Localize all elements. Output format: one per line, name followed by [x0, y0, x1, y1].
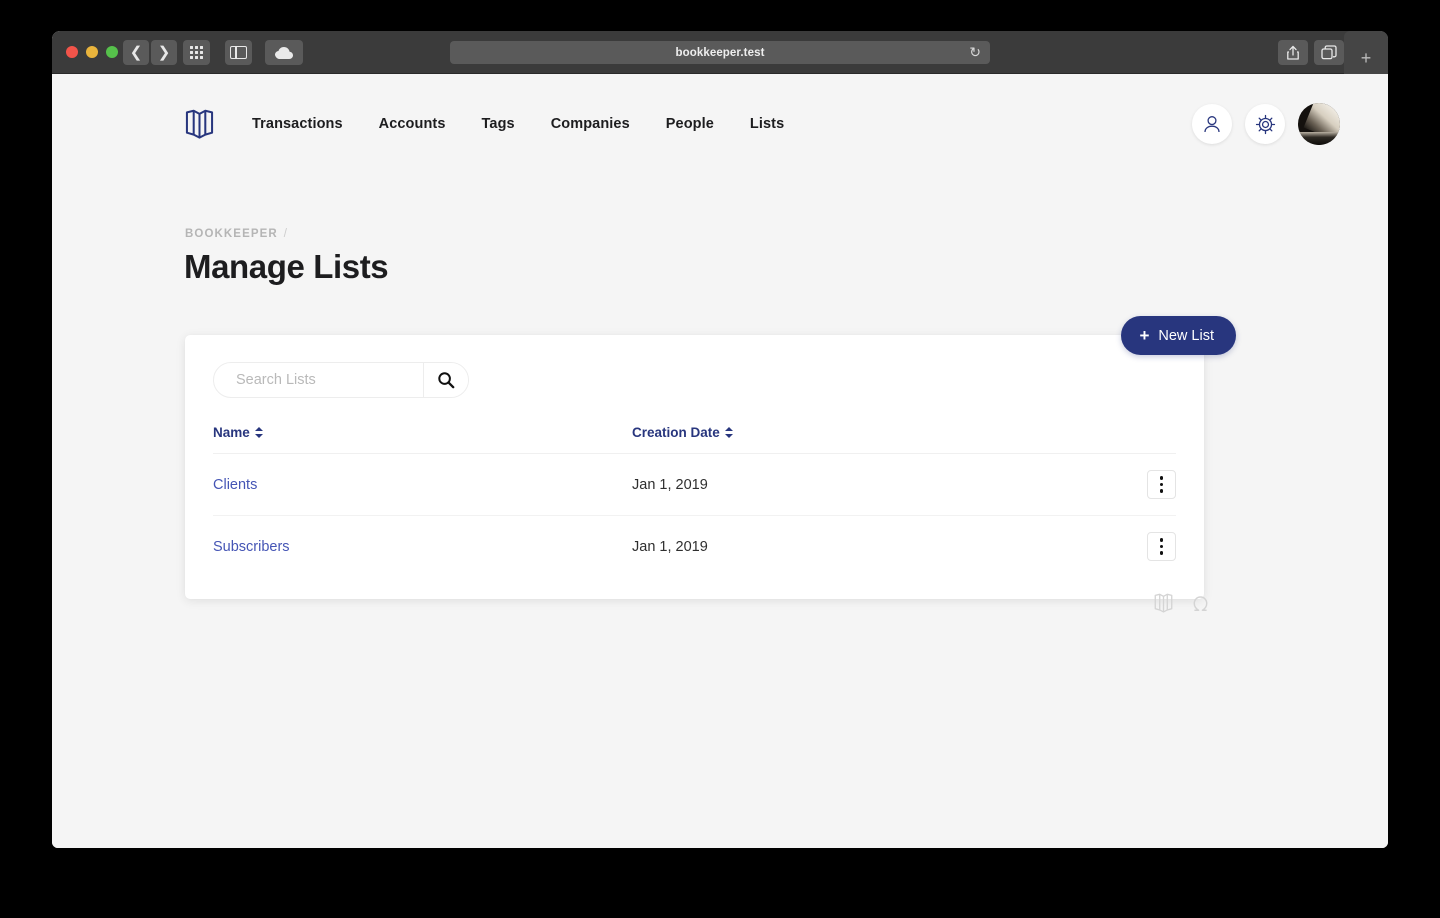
breadcrumb-root[interactable]: BOOKKEEPER — [185, 228, 278, 240]
nav-item-accounts[interactable]: Accounts — [361, 110, 464, 138]
tab-overview-icon — [1321, 45, 1337, 60]
omega-icon[interactable] — [1191, 593, 1210, 613]
kebab-dot — [1159, 489, 1164, 493]
cell-creation-date: Jan 1, 2019 — [632, 538, 708, 555]
column-header-creation-date-label: Creation Date — [632, 425, 720, 440]
kebab-dot — [1159, 538, 1164, 542]
tab-overview-button[interactable] — [1314, 40, 1344, 65]
search-input[interactable] — [214, 363, 423, 397]
open-book-logo-icon — [185, 109, 214, 139]
kebab-dot — [1159, 544, 1164, 549]
cell-actions — [1097, 516, 1176, 578]
show-tabs-grid-button-group — [183, 40, 210, 65]
chevron-left-icon: ❮ — [129, 44, 143, 61]
breadcrumb: BOOKKEEPER / — [185, 228, 288, 240]
sidebar-toggle-icon — [230, 46, 247, 59]
maximize-window-button[interactable] — [106, 46, 118, 58]
table-body: Clients Jan 1, 2019 Subscribers Jan 1, 2… — [213, 453, 1176, 578]
sort-arrows-icon[interactable] — [724, 426, 733, 439]
grid-icon — [190, 46, 203, 59]
open-book-icon[interactable] — [1154, 593, 1173, 613]
search-submit-button[interactable] — [423, 363, 468, 397]
user-avatar[interactable] — [1298, 103, 1340, 145]
nav-item-tags[interactable]: Tags — [464, 110, 533, 138]
person-icon — [1204, 116, 1220, 133]
share-button[interactable] — [1278, 40, 1308, 65]
search-icon — [438, 372, 455, 389]
cloud-icon — [275, 46, 293, 59]
reload-icon[interactable]: ↻ — [969, 45, 981, 60]
cell-name: Subscribers — [213, 516, 632, 578]
main-navigation: Transactions Accounts Tags Companies Peo… — [252, 110, 802, 138]
profile-button[interactable] — [1192, 104, 1232, 144]
table-row: Subscribers Jan 1, 2019 — [213, 516, 1176, 578]
page-content: Transactions Accounts Tags Companies Peo… — [52, 74, 1388, 848]
address-bar[interactable]: bookkeeper.test ↻ — [450, 41, 990, 64]
minimize-window-button[interactable] — [86, 46, 98, 58]
titlebar-right-actions — [1278, 40, 1344, 65]
nav-item-companies[interactable]: Companies — [533, 110, 648, 138]
breadcrumb-separator: / — [283, 228, 289, 240]
column-header-name-label: Name — [213, 425, 250, 440]
column-header-name[interactable]: Name — [213, 425, 633, 454]
settings-button[interactable] — [1245, 104, 1285, 144]
close-window-button[interactable] — [66, 46, 78, 58]
cell-creation-date: Jan 1, 2019 — [632, 453, 1097, 516]
lists-table: Name Creation Date Clients Jan 1, 2019 S… — [213, 425, 1176, 577]
window-controls — [66, 46, 118, 58]
cell-name: Clients — [213, 453, 633, 516]
cell-actions — [1096, 453, 1176, 516]
column-header-actions — [1096, 425, 1176, 454]
row-menu-button[interactable] — [1147, 470, 1176, 499]
footer-icons — [1154, 593, 1210, 613]
sort-arrows-icon[interactable] — [254, 426, 263, 439]
search-bar — [213, 362, 469, 398]
icloud-tabs-button[interactable] — [265, 40, 303, 65]
new-tab-area[interactable]: + — [1344, 31, 1388, 74]
icloud-button-group — [265, 40, 303, 65]
back-button[interactable]: ❮ — [123, 40, 149, 65]
app-header: Transactions Accounts Tags Companies Peo… — [52, 74, 1388, 174]
nav-item-transactions[interactable]: Transactions — [252, 110, 361, 138]
new-list-label: New List — [1158, 327, 1214, 344]
header-actions — [1192, 103, 1340, 145]
browser-window: ❮ ❯ bookkeeper.test ↻ + Transactions Acc… — [52, 31, 1388, 848]
navigation-buttons: ❮ ❯ — [123, 40, 177, 65]
column-header-creation-date[interactable]: Creation Date — [632, 425, 1097, 454]
gear-icon — [1255, 114, 1275, 134]
kebab-dot — [1159, 551, 1164, 555]
browser-titlebar: ❮ ❯ bookkeeper.test ↻ + — [52, 31, 1388, 74]
table-head: Name Creation Date — [213, 425, 1176, 454]
chevron-right-icon: ❯ — [157, 44, 171, 61]
list-link-subscribers[interactable]: Subscribers — [213, 539, 290, 555]
sidebar-toggle-button[interactable] — [225, 40, 252, 65]
page-title: Manage Lists — [184, 248, 389, 285]
kebab-dot — [1159, 482, 1164, 487]
url-text: bookkeeper.test — [675, 46, 765, 59]
kebab-dot — [1159, 476, 1164, 480]
nav-item-people[interactable]: People — [648, 110, 732, 138]
new-tab-button[interactable]: + — [1361, 49, 1372, 67]
list-link-clients[interactable]: Clients — [213, 477, 257, 493]
table-header-row: Name Creation Date — [213, 425, 1176, 454]
plus-icon: + — [1139, 325, 1150, 345]
table-row: Clients Jan 1, 2019 — [213, 453, 1176, 516]
nav-item-lists[interactable]: Lists — [732, 110, 802, 138]
sidebar-button-group — [225, 40, 252, 65]
row-menu-button[interactable] — [1147, 532, 1176, 561]
new-list-button[interactable]: + New List — [1121, 316, 1236, 355]
share-icon — [1287, 45, 1299, 60]
forward-button[interactable]: ❯ — [151, 40, 177, 65]
tab-grid-button[interactable] — [183, 40, 210, 65]
lists-card: Name Creation Date Clients Jan 1, 2019 — [185, 335, 1204, 599]
